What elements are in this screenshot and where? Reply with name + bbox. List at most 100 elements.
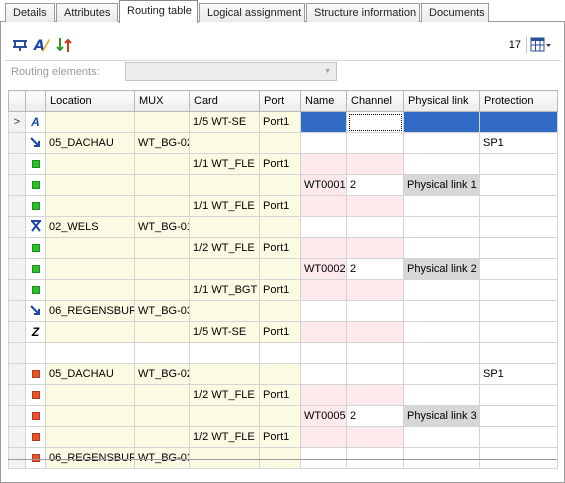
cell-channel[interactable] [346, 237, 404, 259]
table-row[interactable]: 1/1 WT_FLE Port1 [8, 195, 558, 217]
cell-mux[interactable] [134, 258, 190, 280]
cell-protection[interactable] [479, 300, 558, 322]
column-header-physical-link[interactable]: Physical link [403, 90, 480, 112]
cell-port[interactable] [259, 447, 301, 469]
cell-name[interactable]: WT0005 [300, 405, 347, 427]
cell-physical-link[interactable] [403, 216, 480, 238]
cell-mux[interactable] [134, 111, 190, 133]
cell-physical-link[interactable]: Physical link 3 [403, 405, 480, 427]
cell-mux[interactable]: WT_BG-02 [134, 363, 190, 385]
cell-protection[interactable] [479, 279, 558, 301]
table-row[interactable]: 1/2 WT_FLE Port1 [8, 384, 558, 406]
cell-card[interactable] [189, 405, 260, 427]
row-selector[interactable] [8, 300, 26, 322]
cell-port[interactable]: Port1 [259, 279, 301, 301]
cell-protection[interactable] [479, 216, 558, 238]
cell-location[interactable] [45, 426, 135, 448]
cell-physical-link[interactable] [403, 279, 480, 301]
cell-channel[interactable] [346, 216, 404, 238]
table-row[interactable]: > A 1/5 WT-SE Port1 [8, 111, 558, 133]
cell-channel[interactable] [346, 426, 404, 448]
cell-name[interactable] [300, 321, 347, 343]
table-row[interactable]: WT0005 2 Physical link 3 [8, 405, 558, 427]
cell-location[interactable] [45, 153, 135, 175]
route-icon[interactable] [11, 36, 29, 54]
cell-mux[interactable] [134, 279, 190, 301]
cell-physical-link[interactable]: Physical link 2 [403, 258, 480, 280]
routing-elements-select[interactable]: ▼ [125, 62, 337, 81]
cell-physical-link[interactable] [403, 426, 480, 448]
tab-structure-information[interactable]: Structure information [306, 3, 420, 22]
cell-channel[interactable] [346, 363, 404, 385]
cell-protection[interactable] [479, 342, 558, 364]
cell-channel[interactable] [346, 321, 404, 343]
tab-attributes[interactable]: Attributes [56, 3, 118, 22]
cell-card[interactable]: 1/2 WT_FLE [189, 384, 260, 406]
cell-name[interactable] [300, 153, 347, 175]
table-row[interactable]: WT0001 2 Physical link 1 [8, 174, 558, 196]
cell-port[interactable]: Port1 [259, 321, 301, 343]
column-header-channel[interactable]: Channel [346, 90, 404, 112]
table-row[interactable]: 1/1 WT_FLE Port1 [8, 153, 558, 175]
cell-card[interactable]: 1/1 WT_FLE [189, 153, 260, 175]
cell-card[interactable] [189, 300, 260, 322]
cell-mux[interactable] [134, 405, 190, 427]
cell-name[interactable]: WT0002 [300, 258, 347, 280]
cell-port[interactable]: Port1 [259, 237, 301, 259]
cell-channel[interactable] [346, 279, 404, 301]
grid-columns-icon[interactable] [529, 36, 553, 54]
column-header-protection[interactable]: Protection [479, 90, 558, 112]
cell-protection[interactable] [479, 321, 558, 343]
cell-protection[interactable] [479, 195, 558, 217]
sort-icon[interactable] [55, 36, 73, 54]
cell-protection[interactable]: SP1 [479, 132, 558, 154]
cell-name[interactable] [300, 279, 347, 301]
row-selector[interactable] [8, 279, 26, 301]
cell-physical-link[interactable] [403, 300, 480, 322]
tab-routing-table[interactable]: Routing table [119, 0, 198, 23]
cell-mux[interactable] [134, 237, 190, 259]
table-row[interactable]: 02_WELS WT_BG-01 [8, 216, 558, 238]
cell-port[interactable] [259, 300, 301, 322]
row-selector[interactable] [8, 258, 26, 280]
cell-card[interactable]: 1/2 WT_FLE [189, 426, 260, 448]
cell-port[interactable]: Port1 [259, 111, 301, 133]
cell-protection[interactable] [479, 426, 558, 448]
cell-mux[interactable] [134, 384, 190, 406]
cell-protection[interactable] [479, 447, 558, 469]
row-selector[interactable] [8, 237, 26, 259]
cell-physical-link[interactable] [403, 447, 480, 469]
cell-name[interactable] [300, 216, 347, 238]
row-selector[interactable] [8, 384, 26, 406]
row-selector[interactable] [8, 447, 26, 469]
cell-protection[interactable] [479, 258, 558, 280]
row-selector[interactable] [8, 216, 26, 238]
cell-location[interactable] [45, 111, 135, 133]
cell-name[interactable] [300, 237, 347, 259]
cell-protection[interactable]: SP1 [479, 363, 558, 385]
cell-protection[interactable] [479, 153, 558, 175]
cell-port[interactable] [259, 132, 301, 154]
cell-channel[interactable] [346, 384, 404, 406]
cell-mux[interactable]: WT_BG-03 [134, 447, 190, 469]
table-row[interactable]: 1/2 WT_FLE Port1 [8, 426, 558, 448]
cell-port[interactable] [259, 363, 301, 385]
cell-location[interactable]: 06_REGENSBURG [45, 447, 135, 469]
cell-name[interactable] [300, 342, 347, 364]
table-row[interactable]: 05_DACHAU WT_BG-02 SP1 [8, 363, 558, 385]
cell-physical-link[interactable] [403, 132, 480, 154]
cell-card[interactable]: 1/1 WT_BGT [189, 279, 260, 301]
cell-card[interactable] [189, 216, 260, 238]
row-selector[interactable] [8, 405, 26, 427]
cell-name[interactable] [300, 426, 347, 448]
cell-port[interactable] [259, 174, 301, 196]
cell-name[interactable] [300, 195, 347, 217]
cell-physical-link[interactable] [403, 195, 480, 217]
cell-location[interactable] [45, 321, 135, 343]
cell-port[interactable] [259, 258, 301, 280]
row-selector[interactable] [8, 426, 26, 448]
cell-physical-link[interactable] [403, 363, 480, 385]
cell-location[interactable]: 02_WELS [45, 216, 135, 238]
cell-location[interactable] [45, 342, 135, 364]
column-header-name[interactable]: Name [300, 90, 347, 112]
